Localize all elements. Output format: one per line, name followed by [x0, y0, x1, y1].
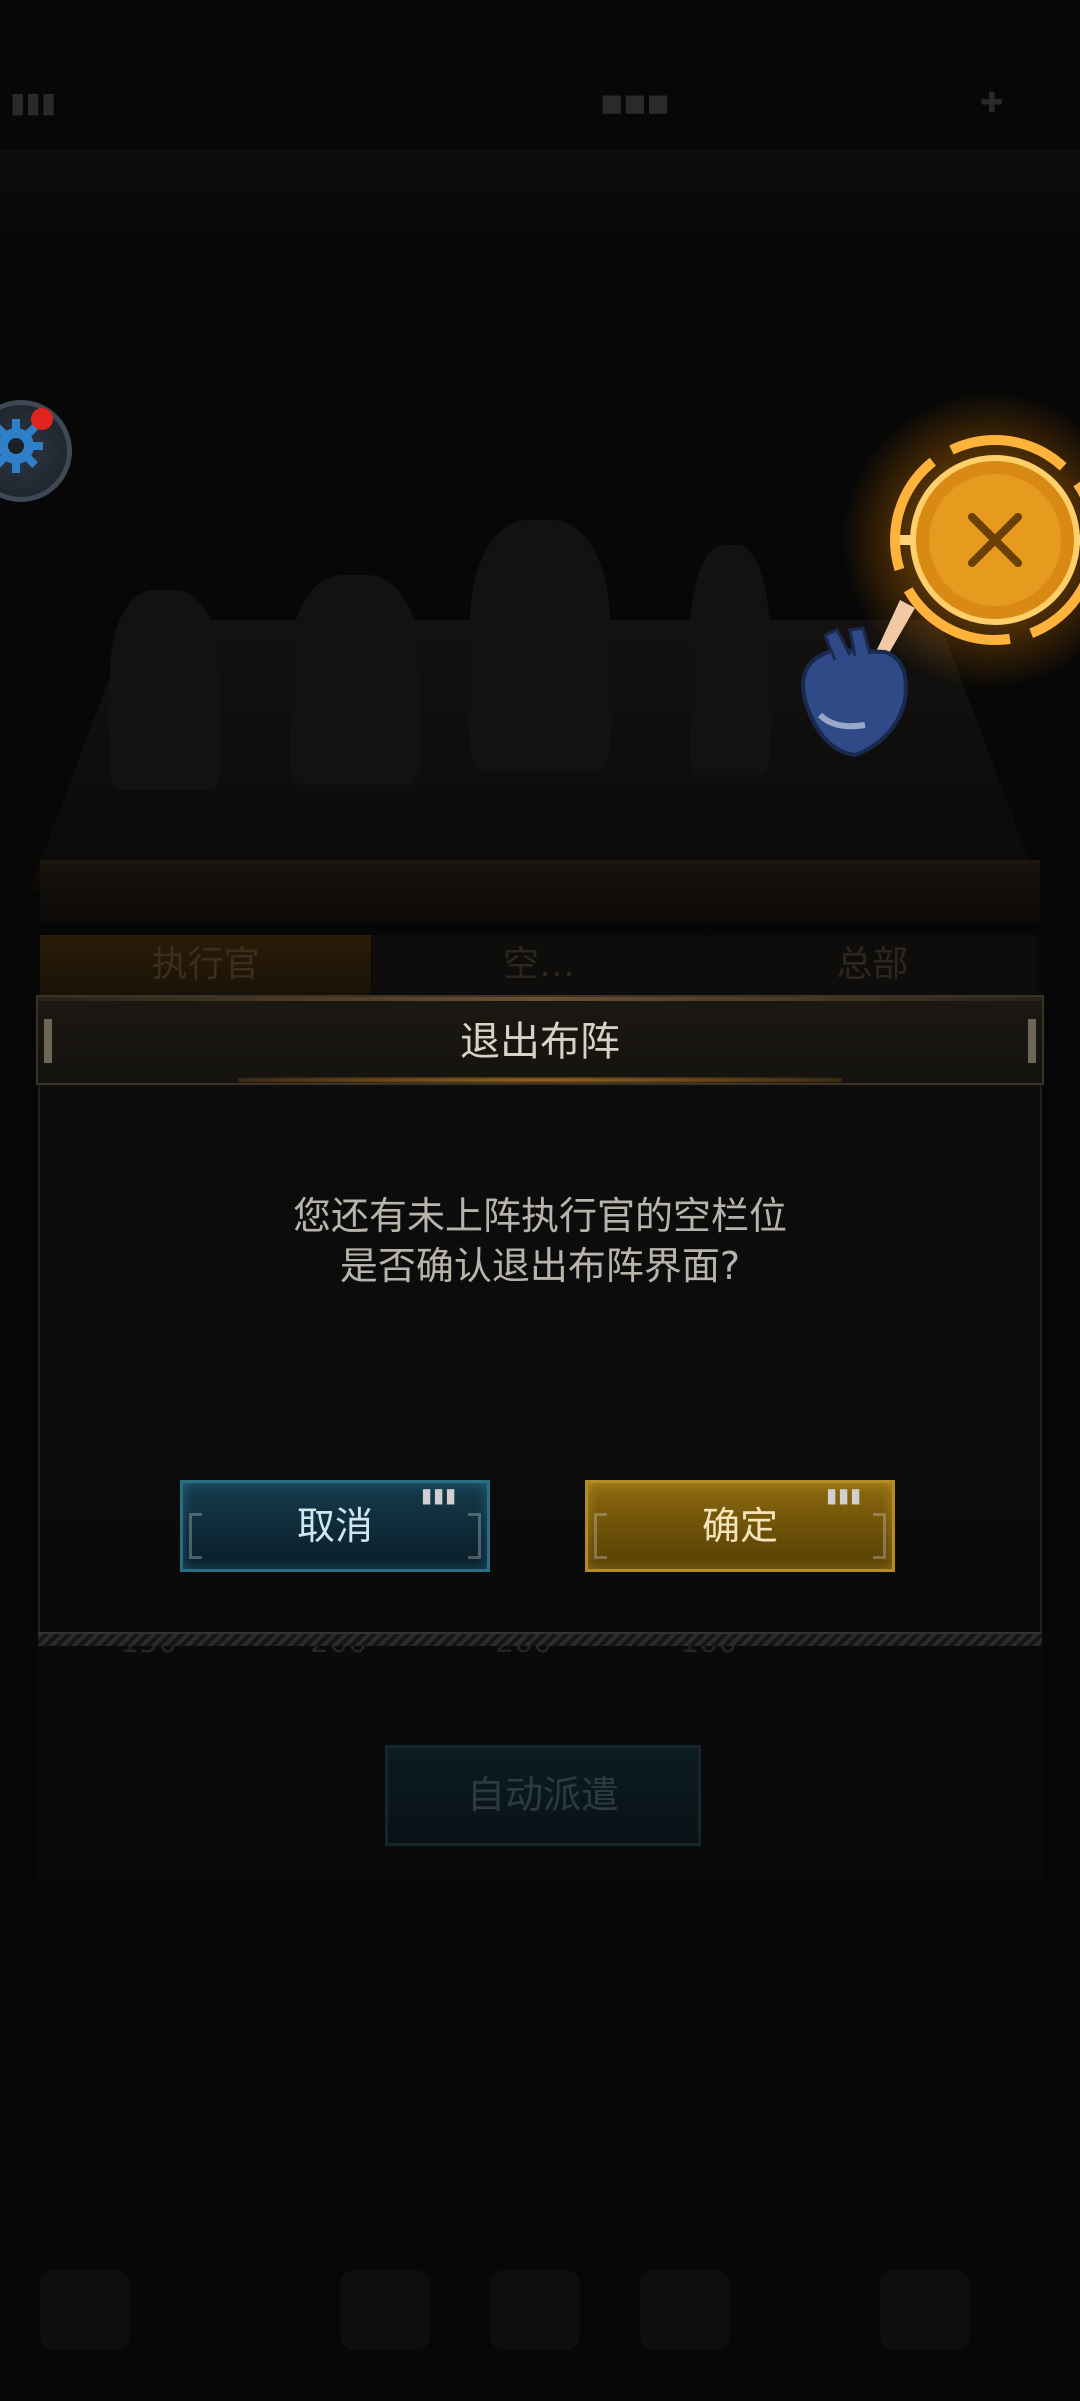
nav-item	[490, 2270, 580, 2350]
stage-edge	[40, 860, 1040, 923]
button-tick-marks: ▮▮▮	[825, 1483, 862, 1507]
soldier-figure-1	[110, 590, 220, 790]
tab-headquarters: 总部	[706, 935, 1040, 995]
cancel-button-label: 取消	[296, 1504, 373, 1548]
pointing-hand-icon	[801, 600, 915, 758]
soldier-figure-4	[690, 545, 770, 775]
nav-item	[640, 2270, 730, 2350]
dimmed-tab-bar: 执行官 空… 总部	[40, 935, 1040, 995]
nav-item	[340, 2270, 430, 2350]
button-tick-marks: ▮▮▮	[420, 1483, 457, 1507]
nav-item	[880, 2270, 970, 2350]
button-corner	[594, 1513, 607, 1559]
soldier-figure-3	[470, 520, 610, 770]
tab-middle: 空…	[373, 935, 707, 995]
button-corner	[468, 1513, 481, 1559]
dimmed-bottom-nav	[0, 2240, 1080, 2370]
dialog-title: 退出布阵	[460, 1019, 620, 1065]
dimmed-top-banner	[0, 150, 1080, 240]
tab-executives: 执行官	[40, 935, 374, 995]
dimmed-bottom-decoration	[430, 1920, 650, 2010]
button-corner	[189, 1513, 202, 1559]
auto-dispatch-button: 自动派遣	[385, 1745, 701, 1846]
cancel-button[interactable]: 取消 ▮▮▮	[180, 1480, 490, 1572]
dialog-message-line1: 您还有未上阵执行官的空栏位	[292, 1194, 787, 1238]
game-screen: ▮▮▮ ◼◼◼ ✚ 执行官 空… 总部 150 200 200 100 自动派遣	[0, 0, 1080, 2401]
soldier-figure-2	[290, 575, 420, 785]
dialog-header: 退出布阵	[36, 995, 1044, 1085]
nav-item	[40, 2270, 130, 2350]
dialog-bottom-edge	[38, 1632, 1042, 1646]
confirm-button-label: 确定	[701, 1504, 778, 1548]
confirm-button[interactable]: 确定 ▮▮▮	[585, 1480, 895, 1572]
dimmed-status-bar: ▮▮▮ ◼◼◼ ✚	[10, 86, 1004, 119]
notification-dot	[31, 408, 53, 430]
dialog-message-line2: 是否确认退出布阵界面?	[339, 1244, 741, 1288]
button-corner	[873, 1513, 886, 1559]
